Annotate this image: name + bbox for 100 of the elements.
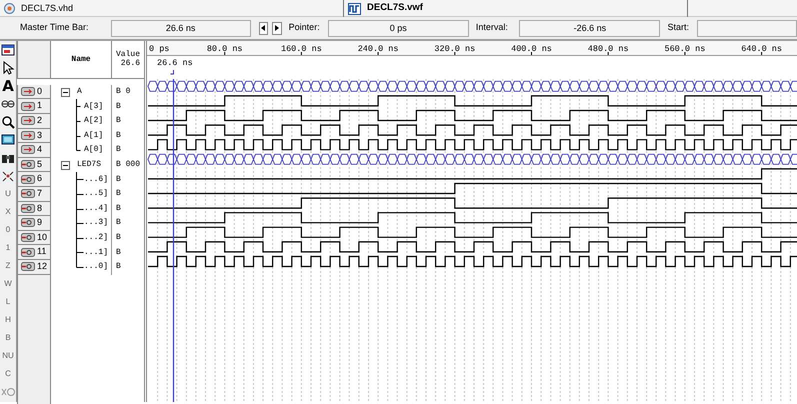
time-field[interactable]: 0 ps [328,20,469,36]
signal-index: 4 [37,143,42,156]
step-left-button[interactable] [258,22,268,34]
time-field[interactable]: -26.6 ns [519,20,660,36]
signal-index: 2 [37,114,42,128]
time-label: 80.0 ns [206,44,243,54]
output-pin-icon [21,204,35,213]
time-label: 480.0 ns [588,44,629,54]
input-pin-icon [21,145,35,154]
signal-index: 8 [37,202,42,215]
cursor-handle[interactable] [170,70,174,74]
signal-name: ...0] [84,261,108,274]
expand-toggle[interactable] [61,160,70,170]
tool-button[interactable]: 1 [0,239,16,257]
tool-button[interactable]: W [0,275,16,293]
signal-value: B [116,232,121,244]
signal-value: B [116,144,121,156]
document-icon [4,3,15,14]
signal-value: B [116,188,121,200]
expand-toggle[interactable] [61,88,70,97]
signal-name: ...6] [84,174,108,186]
cursor-line[interactable] [172,79,174,402]
signal-name: ...3] [84,217,108,230]
signal-name: A [77,86,82,98]
signal-name: A[2] [84,115,104,128]
output-pin-icon [21,248,35,257]
output-pin-icon [21,218,35,228]
signal-index: 7 [37,186,42,200]
signal-name: A[0] [84,144,104,156]
field-label: Master Time Bar: [20,21,90,34]
time-label: 0 ps [149,44,170,54]
input-pin-icon [21,87,35,96]
signal-index: 12 [37,260,48,273]
tool-button[interactable]: C [0,365,16,383]
signal-name: A[1] [84,130,104,142]
signal-index: 1 [37,99,42,112]
signal-value: B [116,100,121,113]
signal-index: 6 [37,172,42,186]
panel-icon[interactable] [1,43,15,57]
input-pin-icon [21,116,35,126]
output-pin-icon [21,160,35,170]
time-field[interactable] [696,20,797,36]
signal-index: 11 [37,245,46,258]
signal-name: A[3] [84,100,104,113]
tool-button[interactable]: A [0,77,16,95]
output-pin-icon [21,189,35,198]
signal-value: B [116,174,121,186]
time-label: 400.0 ns [511,44,552,54]
signal-value: B [116,217,121,230]
signal-value: B [116,261,121,274]
waveform-icon [348,2,361,14]
time-label: 240.0 ns [358,44,398,54]
caret-left-icon [260,25,266,31]
step-right-button[interactable] [272,22,282,34]
pointer-icon[interactable] [1,61,15,75]
signal-index: 3 [37,128,42,142]
value-time: 26.6 [120,60,140,68]
signal-value: B [116,202,121,215]
time-label: 560.0 ns [664,44,706,54]
signal-index: 10 [37,230,48,244]
output-pin-icon [21,233,35,242]
signal-index: 5 [37,158,42,171]
signal-value: B 0 [116,86,130,98]
column-header: Name [51,41,112,79]
zoom-icon[interactable] [1,115,15,129]
signal-name: LED7S [77,159,102,172]
tool-button[interactable]: L [0,293,16,311]
signal-name: ...2] [84,232,108,244]
tool-button[interactable]: X [0,203,16,221]
field-label: Start: [667,21,690,34]
signal-index: 9 [37,216,42,230]
signal-value: B [116,246,121,259]
signal-name: ...1] [84,246,108,259]
signal-value: B [116,115,121,128]
field-label: Interval: [476,21,509,34]
time-label: 160.0 ns [281,44,322,54]
output-pin-icon [21,262,35,272]
output-pin-icon [21,174,35,184]
tool-button[interactable]: H [0,311,16,329]
snap-icon[interactable] [1,169,15,183]
cursor-label: 26.6 ns [157,58,193,68]
signal-name: ...5] [84,188,108,200]
signal-value: B 000 [116,159,140,172]
monitor-icon[interactable] [1,133,15,147]
signal-name: ...4] [84,202,108,215]
signal-index: 0 [37,84,42,98]
caret-right-icon [274,25,280,31]
tool-button[interactable]: NU [0,347,16,365]
input-pin-icon [21,130,35,140]
tool-button[interactable]: 0 [0,221,16,239]
tool-button[interactable]: Z [0,257,16,275]
time-label: 320.0 ns [434,44,476,54]
field-label: Pointer: [288,21,321,34]
column-header: Value [116,50,140,60]
time-field[interactable]: 26.6 ns [110,20,251,36]
input-pin-icon [21,102,35,111]
tool-button[interactable]: B [0,329,16,347]
tool-button[interactable]: U [0,185,16,203]
time-label: 640.0 ns [741,44,782,54]
signal-value: B [116,130,121,142]
